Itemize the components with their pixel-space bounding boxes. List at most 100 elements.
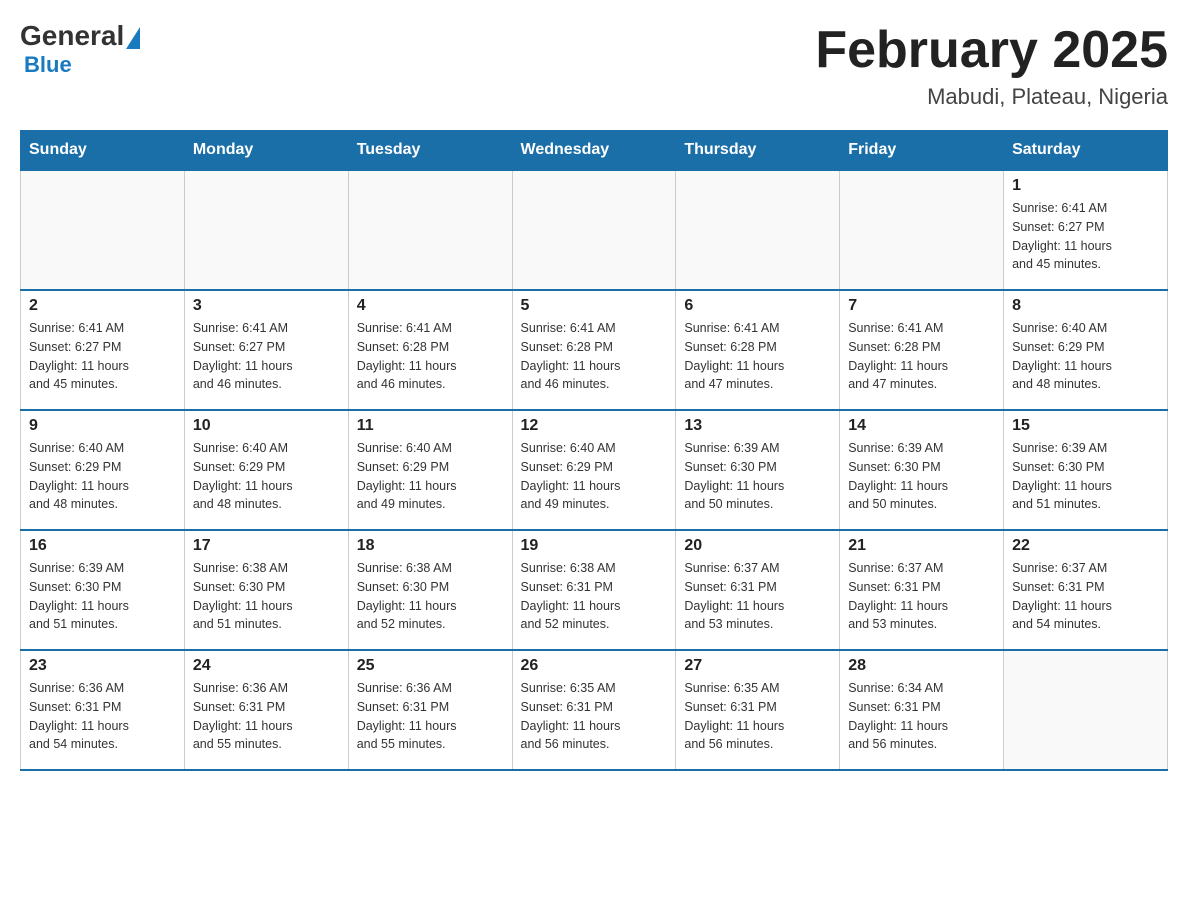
day-number: 2: [29, 297, 176, 315]
day-number: 13: [684, 417, 831, 435]
logo-general-text: General: [20, 20, 124, 52]
calendar-cell: 8 Sunrise: 6:40 AM Sunset: 6:29 PM Daylig…: [1004, 290, 1168, 410]
weekday-header-sunday: Sunday: [21, 131, 185, 171]
calendar-week-row-4: 16 Sunrise: 6:39 AM Sunset: 6:30 PM Dayli…: [21, 530, 1168, 650]
calendar-cell: 19 Sunrise: 6:38 AM Sunset: 6:31 PM Dayli…: [512, 530, 676, 650]
calendar-week-row-2: 2 Sunrise: 6:41 AM Sunset: 6:27 PM Daylig…: [21, 290, 1168, 410]
calendar-cell: 4 Sunrise: 6:41 AM Sunset: 6:28 PM Daylig…: [348, 290, 512, 410]
title-section: February 2025 Mabudi, Plateau, Nigeria: [815, 20, 1168, 110]
day-number: 16: [29, 537, 176, 555]
weekday-header-saturday: Saturday: [1004, 131, 1168, 171]
calendar-cell: [348, 170, 512, 290]
day-number: 22: [1012, 537, 1159, 555]
calendar-cell: 26 Sunrise: 6:35 AM Sunset: 6:31 PM Dayli…: [512, 650, 676, 770]
calendar-cell: 3 Sunrise: 6:41 AM Sunset: 6:27 PM Daylig…: [184, 290, 348, 410]
day-info: Sunrise: 6:40 AM Sunset: 6:29 PM Dayligh…: [357, 439, 504, 514]
location-title: Mabudi, Plateau, Nigeria: [815, 84, 1168, 110]
calendar-table: SundayMondayTuesdayWednesdayThursdayFrid…: [20, 130, 1168, 771]
calendar-cell: 23 Sunrise: 6:36 AM Sunset: 6:31 PM Dayli…: [21, 650, 185, 770]
day-info: Sunrise: 6:41 AM Sunset: 6:28 PM Dayligh…: [357, 319, 504, 394]
calendar-cell: 17 Sunrise: 6:38 AM Sunset: 6:30 PM Dayli…: [184, 530, 348, 650]
day-info: Sunrise: 6:39 AM Sunset: 6:30 PM Dayligh…: [684, 439, 831, 514]
day-number: 19: [521, 537, 668, 555]
day-number: 20: [684, 537, 831, 555]
page-header: General Blue February 2025 Mabudi, Plate…: [20, 20, 1168, 110]
calendar-week-row-3: 9 Sunrise: 6:40 AM Sunset: 6:29 PM Daylig…: [21, 410, 1168, 530]
calendar-cell: [184, 170, 348, 290]
calendar-cell: 22 Sunrise: 6:37 AM Sunset: 6:31 PM Dayli…: [1004, 530, 1168, 650]
calendar-cell: 12 Sunrise: 6:40 AM Sunset: 6:29 PM Dayli…: [512, 410, 676, 530]
day-info: Sunrise: 6:40 AM Sunset: 6:29 PM Dayligh…: [29, 439, 176, 514]
day-info: Sunrise: 6:36 AM Sunset: 6:31 PM Dayligh…: [193, 679, 340, 754]
day-number: 8: [1012, 297, 1159, 315]
day-number: 24: [193, 657, 340, 675]
day-info: Sunrise: 6:40 AM Sunset: 6:29 PM Dayligh…: [521, 439, 668, 514]
calendar-cell: [1004, 650, 1168, 770]
day-number: 25: [357, 657, 504, 675]
day-number: 4: [357, 297, 504, 315]
day-info: Sunrise: 6:37 AM Sunset: 6:31 PM Dayligh…: [684, 559, 831, 634]
calendar-cell: [512, 170, 676, 290]
calendar-cell: 11Sunrise: 6:40 AM Sunset: 6:29 PM Dayli…: [348, 410, 512, 530]
weekday-header-monday: Monday: [184, 131, 348, 171]
calendar-cell: 6 Sunrise: 6:41 AM Sunset: 6:28 PM Daylig…: [676, 290, 840, 410]
calendar-cell: 14 Sunrise: 6:39 AM Sunset: 6:30 PM Dayli…: [840, 410, 1004, 530]
calendar-cell: 27 Sunrise: 6:35 AM Sunset: 6:31 PM Dayli…: [676, 650, 840, 770]
day-number: 27: [684, 657, 831, 675]
day-number: 3: [193, 297, 340, 315]
calendar-cell: 18 Sunrise: 6:38 AM Sunset: 6:30 PM Dayli…: [348, 530, 512, 650]
day-info: Sunrise: 6:41 AM Sunset: 6:28 PM Dayligh…: [684, 319, 831, 394]
calendar-cell: 13 Sunrise: 6:39 AM Sunset: 6:30 PM Dayli…: [676, 410, 840, 530]
day-info: Sunrise: 6:35 AM Sunset: 6:31 PM Dayligh…: [684, 679, 831, 754]
day-info: Sunrise: 6:37 AM Sunset: 6:31 PM Dayligh…: [848, 559, 995, 634]
day-number: 10: [193, 417, 340, 435]
day-info: Sunrise: 6:41 AM Sunset: 6:28 PM Dayligh…: [848, 319, 995, 394]
calendar-cell: [21, 170, 185, 290]
day-info: Sunrise: 6:41 AM Sunset: 6:27 PM Dayligh…: [193, 319, 340, 394]
day-info: Sunrise: 6:40 AM Sunset: 6:29 PM Dayligh…: [193, 439, 340, 514]
day-info: Sunrise: 6:36 AM Sunset: 6:31 PM Dayligh…: [29, 679, 176, 754]
day-number: 14: [848, 417, 995, 435]
calendar-cell: 1Sunrise: 6:41 AM Sunset: 6:27 PM Daylig…: [1004, 170, 1168, 290]
day-info: Sunrise: 6:39 AM Sunset: 6:30 PM Dayligh…: [29, 559, 176, 634]
logo-triangle-icon: [126, 27, 140, 49]
calendar-cell: 5Sunrise: 6:41 AM Sunset: 6:28 PM Daylig…: [512, 290, 676, 410]
day-info: Sunrise: 6:40 AM Sunset: 6:29 PM Dayligh…: [1012, 319, 1159, 394]
day-info: Sunrise: 6:35 AM Sunset: 6:31 PM Dayligh…: [521, 679, 668, 754]
day-info: Sunrise: 6:38 AM Sunset: 6:30 PM Dayligh…: [357, 559, 504, 634]
day-number: 1: [1012, 177, 1159, 195]
day-number: 15: [1012, 417, 1159, 435]
day-number: 12: [521, 417, 668, 435]
day-info: Sunrise: 6:39 AM Sunset: 6:30 PM Dayligh…: [1012, 439, 1159, 514]
weekday-header-wednesday: Wednesday: [512, 131, 676, 171]
day-number: 28: [848, 657, 995, 675]
day-info: Sunrise: 6:36 AM Sunset: 6:31 PM Dayligh…: [357, 679, 504, 754]
logo: General Blue: [20, 20, 140, 78]
calendar-cell: 20 Sunrise: 6:37 AM Sunset: 6:31 PM Dayli…: [676, 530, 840, 650]
calendar-cell: 25 Sunrise: 6:36 AM Sunset: 6:31 PM Dayli…: [348, 650, 512, 770]
day-number: 18: [357, 537, 504, 555]
calendar-cell: 7Sunrise: 6:41 AM Sunset: 6:28 PM Daylig…: [840, 290, 1004, 410]
day-number: 6: [684, 297, 831, 315]
calendar-cell: 9 Sunrise: 6:40 AM Sunset: 6:29 PM Daylig…: [21, 410, 185, 530]
day-info: Sunrise: 6:34 AM Sunset: 6:31 PM Dayligh…: [848, 679, 995, 754]
day-info: Sunrise: 6:37 AM Sunset: 6:31 PM Dayligh…: [1012, 559, 1159, 634]
day-number: 17: [193, 537, 340, 555]
day-number: 21: [848, 537, 995, 555]
day-number: 26: [521, 657, 668, 675]
calendar-cell: 24 Sunrise: 6:36 AM Sunset: 6:31 PM Dayli…: [184, 650, 348, 770]
calendar-cell: 2Sunrise: 6:41 AM Sunset: 6:27 PM Daylig…: [21, 290, 185, 410]
day-number: 5: [521, 297, 668, 315]
calendar-cell: 10 Sunrise: 6:40 AM Sunset: 6:29 PM Dayli…: [184, 410, 348, 530]
day-number: 9: [29, 417, 176, 435]
day-info: Sunrise: 6:38 AM Sunset: 6:30 PM Dayligh…: [193, 559, 340, 634]
day-info: Sunrise: 6:38 AM Sunset: 6:31 PM Dayligh…: [521, 559, 668, 634]
calendar-cell: [840, 170, 1004, 290]
calendar-week-row-1: 1Sunrise: 6:41 AM Sunset: 6:27 PM Daylig…: [21, 170, 1168, 290]
calendar-cell: 15 Sunrise: 6:39 AM Sunset: 6:30 PM Dayli…: [1004, 410, 1168, 530]
month-title: February 2025: [815, 20, 1168, 80]
day-number: 23: [29, 657, 176, 675]
calendar-header-row: SundayMondayTuesdayWednesdayThursdayFrid…: [21, 131, 1168, 171]
calendar-week-row-5: 23 Sunrise: 6:36 AM Sunset: 6:31 PM Dayli…: [21, 650, 1168, 770]
day-info: Sunrise: 6:39 AM Sunset: 6:30 PM Dayligh…: [848, 439, 995, 514]
